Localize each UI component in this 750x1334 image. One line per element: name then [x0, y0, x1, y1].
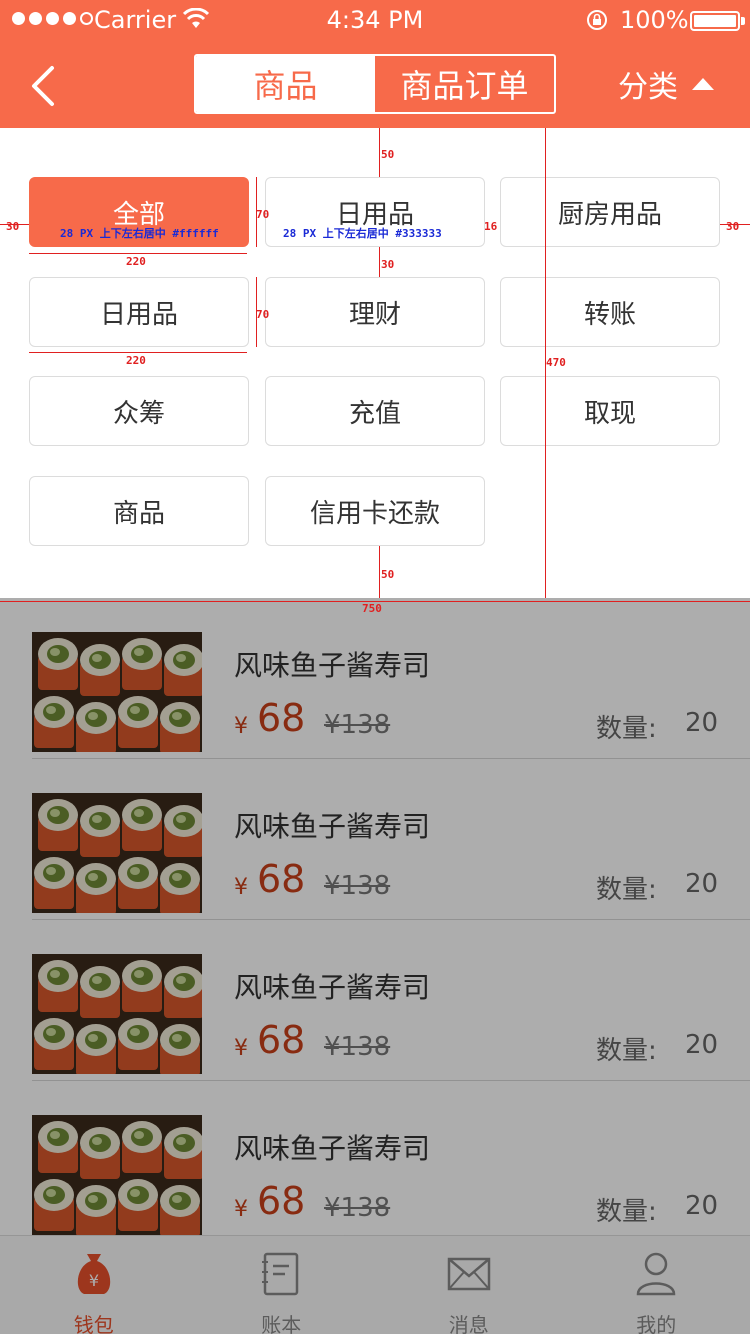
spec-note: 28 PX 上下左右居中 #ffffff [60, 227, 219, 240]
measure-line [379, 128, 380, 177]
measure-label: 470 [546, 356, 566, 369]
rotation-lock-icon [587, 10, 607, 30]
measure-label: 30 [726, 220, 740, 233]
measure-line [379, 546, 380, 598]
measure-line [29, 352, 247, 353]
category-chip[interactable]: 日用品 [29, 277, 249, 347]
measure-label: 220 [126, 255, 146, 268]
category-chip[interactable]: 众筹 [29, 376, 249, 446]
top-bar: Carrier 4:34 PM 100% 商品 商品订单 分类 [0, 0, 750, 128]
battery-percent: 100% [620, 6, 689, 34]
tab-goods[interactable]: 商品 [196, 56, 375, 112]
measure-label: 30 [6, 220, 20, 233]
category-panel: 全部 日用品 厨房用品 日用品 理财 转账 众筹 充值 取现 商品 信用卡还款 … [0, 128, 750, 615]
back-button[interactable] [28, 64, 64, 108]
measure-label: 70 [256, 308, 270, 321]
category-chip[interactable]: 理财 [265, 277, 485, 347]
measure-label: 50 [381, 148, 395, 161]
caret-up-icon [692, 78, 714, 90]
measure-line [379, 247, 380, 277]
measure-label: 750 [362, 602, 382, 615]
category-chip[interactable]: 商品 [29, 476, 249, 546]
measure-label: 70 [256, 208, 270, 221]
tab-goods-orders[interactable]: 商品订单 [375, 56, 554, 112]
status-bar: Carrier 4:34 PM 100% [0, 0, 750, 40]
category-chip[interactable]: 厨房用品 [500, 177, 720, 247]
category-label: 分类 [618, 70, 678, 105]
category-chip[interactable]: 取现 [500, 376, 720, 446]
measure-label: 30 [381, 258, 395, 271]
dim-overlay[interactable] [0, 598, 750, 1334]
measure-line [29, 253, 247, 254]
category-chip[interactable]: 信用卡还款 [265, 476, 485, 546]
category-chip[interactable]: 充值 [265, 376, 485, 446]
battery-icon [690, 11, 740, 31]
segmented-control: 商品 商品订单 [194, 54, 556, 114]
measure-label: 16 [484, 220, 498, 233]
measure-label: 50 [381, 568, 395, 581]
measure-label: 220 [126, 354, 146, 367]
category-toggle[interactable]: 分类 [618, 62, 714, 106]
spec-note: 28 PX 上下左右居中 #333333 [283, 227, 442, 240]
category-chip[interactable]: 转账 [500, 277, 720, 347]
